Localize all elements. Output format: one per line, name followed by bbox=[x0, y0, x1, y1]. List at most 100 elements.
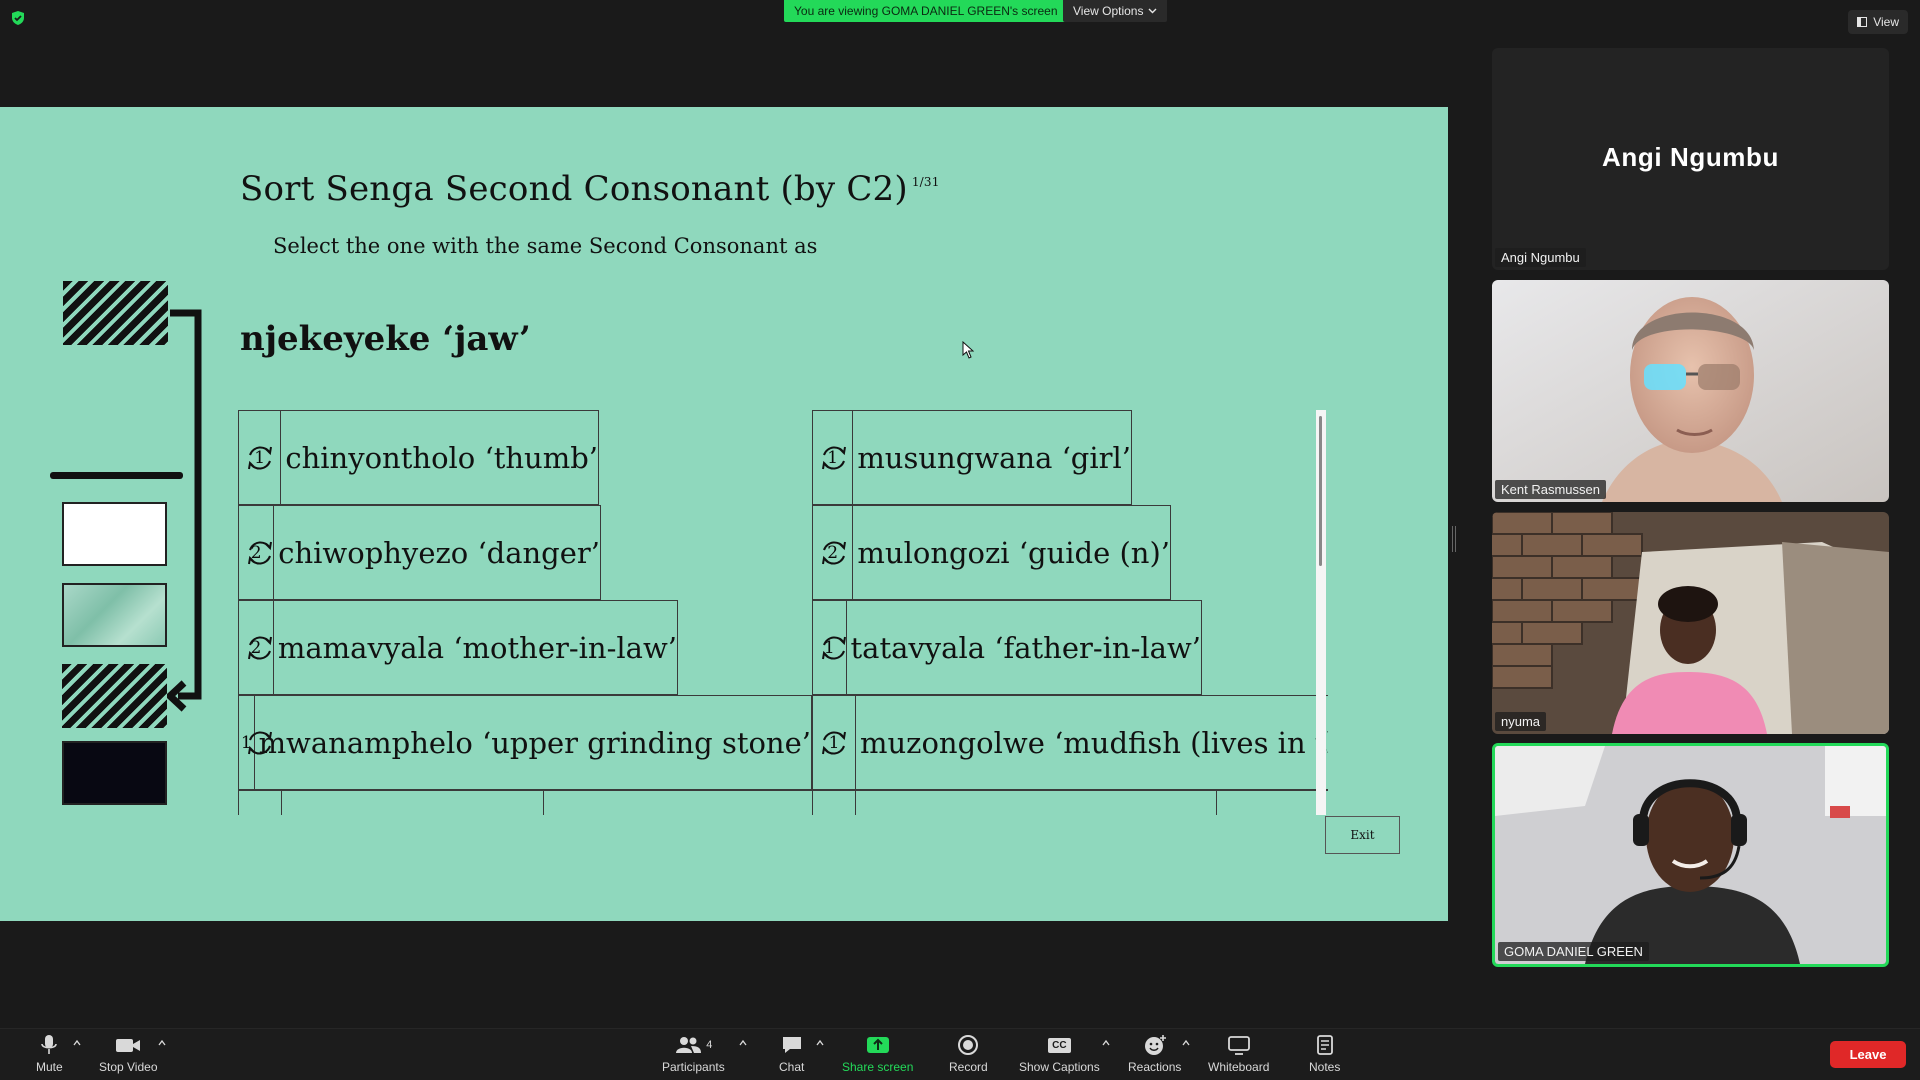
option-text: musungwana ‘girl’ bbox=[857, 440, 1131, 475]
chat-bubble-icon bbox=[782, 1037, 801, 1053]
replay-icon[interactable]: 1 bbox=[813, 601, 847, 694]
notes-icon bbox=[1316, 1035, 1333, 1055]
mute-button[interactable]: Mute bbox=[36, 1033, 63, 1074]
shared-screen: Sort Senga Second Consonant (by C2) 1/31 … bbox=[0, 107, 1448, 921]
option-right-partial-b[interactable] bbox=[1216, 790, 1328, 815]
mute-label: Mute bbox=[36, 1060, 63, 1074]
reactions-options-caret-icon[interactable] bbox=[1182, 1039, 1190, 1047]
chat-label: Chat bbox=[779, 1060, 805, 1074]
encryption-shield-icon[interactable] bbox=[10, 10, 26, 26]
chat-button[interactable]: Chat bbox=[779, 1033, 804, 1074]
option-text: tatavyala ‘father-in-law’ bbox=[850, 630, 1201, 665]
scrollbar-thumb[interactable] bbox=[1319, 416, 1322, 566]
option-left-2[interactable]: 2 chiwophyezo ‘danger’ bbox=[238, 505, 601, 600]
slide-title-text: Sort Senga Second Consonant (by C2) bbox=[240, 169, 908, 209]
replay-icon[interactable]: 1 bbox=[813, 696, 856, 789]
option-text: mamavyala ‘mother-in-law’ bbox=[277, 630, 677, 665]
option-number: 2 bbox=[250, 542, 262, 563]
options-scrollbar[interactable] bbox=[1316, 410, 1326, 815]
option-text: chinyontholo ‘thumb’ bbox=[285, 440, 598, 475]
sort-arrow-icon bbox=[164, 309, 202, 712]
target-word: njekeyeke ‘jaw’ bbox=[240, 319, 531, 359]
option-left-1[interactable]: 1 chinyontholo ‘thumb’ bbox=[238, 410, 599, 505]
mouse-cursor-icon bbox=[962, 341, 974, 359]
notes-button[interactable]: Notes bbox=[1309, 1033, 1340, 1074]
participant-tile-nyuma[interactable]: nyuma bbox=[1492, 512, 1889, 734]
chat-options-caret-icon[interactable] bbox=[816, 1039, 824, 1047]
legend-black-box bbox=[62, 741, 167, 805]
option-left-partial-b[interactable] bbox=[543, 790, 813, 815]
replay-icon[interactable]: 2 bbox=[239, 601, 274, 694]
option-number-cell bbox=[239, 791, 282, 815]
option-text: mulongozi ‘guide (n)’ bbox=[857, 535, 1170, 570]
participant-tile-angi[interactable]: Angi Ngumbu Angi Ngumbu bbox=[1492, 48, 1889, 270]
option-number-cell bbox=[813, 791, 856, 815]
audio-options-caret-icon[interactable] bbox=[73, 1039, 81, 1047]
option-text: chiwophyezo ‘danger’ bbox=[278, 535, 600, 570]
legend-white-box bbox=[62, 502, 167, 566]
stop-video-button[interactable]: Stop Video bbox=[99, 1033, 158, 1074]
reactions-button[interactable]: Reactions bbox=[1128, 1033, 1181, 1074]
option-right-2[interactable]: 2 mulongozi ‘guide (n)’ bbox=[812, 505, 1171, 600]
share-screen-icon bbox=[866, 1037, 889, 1053]
record-button[interactable]: Record bbox=[949, 1033, 988, 1074]
slide-instruction: Select the one with the same Second Cons… bbox=[273, 234, 818, 258]
legend-divider bbox=[50, 472, 183, 479]
view-layout-button[interactable]: View bbox=[1848, 10, 1908, 34]
panel-resize-handle[interactable] bbox=[1452, 526, 1456, 552]
chevron-down-icon bbox=[1148, 8, 1157, 14]
participants-icon bbox=[676, 1037, 702, 1053]
participant-name-label: GOMA DANIEL GREEN bbox=[1498, 942, 1649, 961]
captions-options-caret-icon[interactable] bbox=[1102, 1039, 1110, 1047]
option-number: 1 bbox=[827, 447, 839, 468]
whiteboard-button[interactable]: Whiteboard bbox=[1208, 1033, 1269, 1074]
layout-grid-icon bbox=[1857, 17, 1868, 27]
participant-video-feed bbox=[1492, 280, 1889, 502]
option-text: muzongolwe ‘mudfish (lives in th bbox=[860, 725, 1328, 760]
leave-button[interactable]: Leave bbox=[1830, 1041, 1906, 1068]
view-options-button[interactable]: View Options bbox=[1063, 0, 1168, 22]
closed-captions-icon: CC bbox=[1048, 1037, 1071, 1053]
option-number: 1 bbox=[254, 447, 266, 468]
option-left-4[interactable]: 1 mwanamphelo ‘upper grinding stone’ bbox=[238, 695, 812, 790]
option-number: 2 bbox=[250, 637, 262, 658]
participants-options-caret-icon[interactable] bbox=[739, 1039, 747, 1047]
notes-label: Notes bbox=[1309, 1060, 1341, 1074]
whiteboard-icon bbox=[1227, 1036, 1250, 1055]
slide-counter: 1/31 bbox=[911, 175, 940, 189]
option-number: 1 bbox=[240, 732, 252, 753]
share-screen-button[interactable]: Share screen bbox=[842, 1033, 913, 1074]
viewing-screen-banner: You are viewing GOMA DANIEL GREEN's scre… bbox=[784, 0, 1068, 22]
replay-icon[interactable]: 2 bbox=[813, 506, 854, 599]
sort-legend bbox=[48, 281, 218, 805]
option-number: 2 bbox=[827, 542, 839, 563]
slide-title: Sort Senga Second Consonant (by C2) 1/31 bbox=[240, 169, 940, 209]
option-left-3[interactable]: 2 mamavyala ‘mother-in-law’ bbox=[238, 600, 678, 695]
option-right-1[interactable]: 1 musungwana ‘girl’ bbox=[812, 410, 1132, 505]
record-icon bbox=[958, 1035, 979, 1055]
legend-hatched-box-bottom bbox=[62, 664, 167, 728]
option-right-partial[interactable] bbox=[812, 790, 1217, 815]
exit-button[interactable]: Exit bbox=[1325, 816, 1400, 854]
video-options-caret-icon[interactable] bbox=[158, 1039, 166, 1047]
option-left-partial[interactable] bbox=[238, 790, 544, 815]
participant-display-name: Angi Ngumbu bbox=[1601, 142, 1779, 172]
replay-icon[interactable]: 1 bbox=[813, 411, 854, 504]
replay-icon[interactable]: 1 bbox=[239, 696, 272, 789]
show-captions-label: Show Captions bbox=[1019, 1060, 1100, 1074]
participants-button[interactable]: 4 Participants bbox=[662, 1033, 725, 1074]
participants-label: Participants bbox=[662, 1060, 725, 1074]
option-right-3[interactable]: 1 tatavyala ‘father-in-law’ bbox=[812, 600, 1202, 695]
show-captions-button[interactable]: CC Show Captions bbox=[1019, 1033, 1100, 1074]
participant-video-feed bbox=[1495, 746, 1886, 964]
option-right-4[interactable]: 1 muzongolwe ‘mudfish (lives in th bbox=[812, 695, 1328, 790]
participants-count: 4 bbox=[706, 1039, 713, 1051]
replay-icon[interactable]: 2 bbox=[239, 506, 275, 599]
replay-icon[interactable]: 1 bbox=[239, 411, 282, 504]
view-layout-label: View bbox=[1873, 15, 1899, 29]
record-label: Record bbox=[949, 1060, 988, 1074]
whiteboard-label: Whiteboard bbox=[1208, 1060, 1270, 1074]
option-number: 1 bbox=[823, 637, 835, 658]
participant-tile-kent[interactable]: Kent Rasmussen bbox=[1492, 280, 1889, 502]
participant-tile-goma-active-speaker[interactable]: GOMA DANIEL GREEN bbox=[1492, 743, 1889, 967]
